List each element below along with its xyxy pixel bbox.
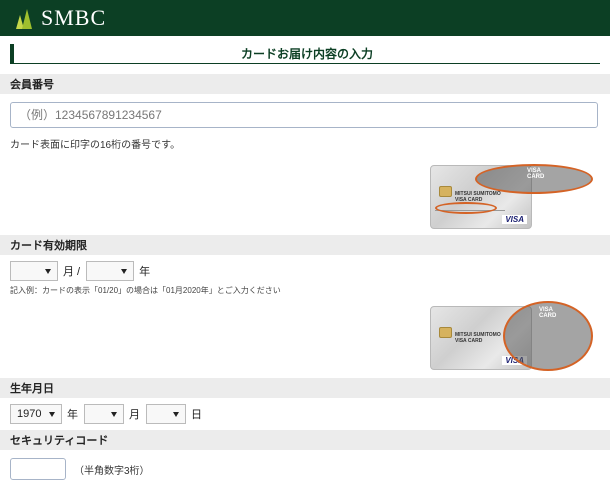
chevron-down-icon (111, 412, 117, 417)
expiry-month-select[interactable] (10, 261, 58, 281)
page-title: カードお届け内容の入力 (240, 47, 373, 61)
card-chip-icon (439, 327, 452, 338)
name-highlight-oval (435, 202, 497, 214)
expiry-year-unit: 年 (139, 266, 151, 278)
credit-card-illustration-expiry: MITSUI SUMITOMO VISA CARD VISA VISA CARD (430, 301, 593, 371)
card-sample-front-number: MITSUI SUMITOMO VISA CARD VISA VISA CARD (0, 163, 610, 231)
birth-day-unit: 日 (191, 409, 202, 421)
birth-month-select[interactable] (84, 404, 124, 424)
expiry-section-label: カード有効期限 (0, 235, 610, 255)
member-number-hint: カード表面に印字の16桁の番号です。 (10, 140, 181, 151)
card-sample-expiry: MITSUI SUMITOMO VISA CARD VISA VISA CARD (0, 301, 610, 374)
card-chip-icon (439, 186, 452, 197)
callout-label: VISA CARD (539, 307, 557, 319)
smbc-logo-icon (16, 9, 32, 29)
expiry-selects: 月 / 年 (10, 261, 610, 281)
birth-year-select[interactable]: 1970 (10, 404, 62, 424)
birth-year-unit: 年 (67, 409, 78, 421)
card-issuer-text: MITSUI SUMITOMO VISA CARD (455, 332, 501, 344)
member-number-section-label: 会員番号 (0, 74, 610, 94)
page-title-bar: カードお届け内容の入力 (10, 44, 600, 64)
visa-logo: VISA (502, 215, 527, 224)
expiry-example-text: 記入例：カードの表示「01/20」の場合は「01月2020年」とご入力ください (10, 286, 281, 295)
expiry-year-select[interactable] (86, 261, 135, 281)
chevron-down-icon (45, 269, 51, 274)
member-number-input[interactable] (10, 102, 598, 128)
birthdate-selects: 1970 年 月 日 (10, 404, 610, 424)
credit-card-illustration: MITSUI SUMITOMO VISA CARD VISA VISA CARD (430, 164, 593, 229)
security-code-input[interactable] (10, 458, 66, 480)
birth-month-unit: 月 (129, 409, 140, 421)
expiry-month-unit: 月 / (63, 266, 81, 278)
site-header: SMBC (0, 0, 610, 36)
callout-label: VISA CARD (527, 168, 545, 180)
chevron-down-icon (49, 412, 55, 417)
birthdate-section-label: 生年月日 (0, 378, 610, 398)
security-code-note: （半角数字3桁） (74, 465, 150, 477)
chevron-down-icon (121, 269, 128, 274)
chevron-down-icon (173, 412, 179, 417)
security-code-section-label: セキュリティコード (0, 430, 610, 450)
security-code-row: （半角数字3桁） (10, 458, 610, 480)
brand-name: SMBC (41, 5, 107, 30)
birth-day-select[interactable] (146, 404, 186, 424)
